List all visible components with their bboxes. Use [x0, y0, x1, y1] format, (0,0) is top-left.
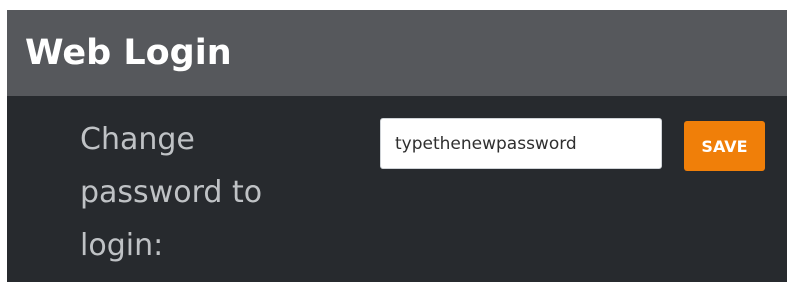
- new-password-input[interactable]: [380, 118, 662, 169]
- login-panel: Web Login Change password to login: SAVE: [7, 10, 787, 282]
- panel-header: Web Login: [7, 10, 787, 96]
- page-title: Web Login: [25, 33, 232, 73]
- change-password-label: Change password to login:: [80, 122, 263, 263]
- save-button[interactable]: SAVE: [684, 121, 765, 171]
- change-password-form: Change password to login: SAVE: [7, 96, 787, 282]
